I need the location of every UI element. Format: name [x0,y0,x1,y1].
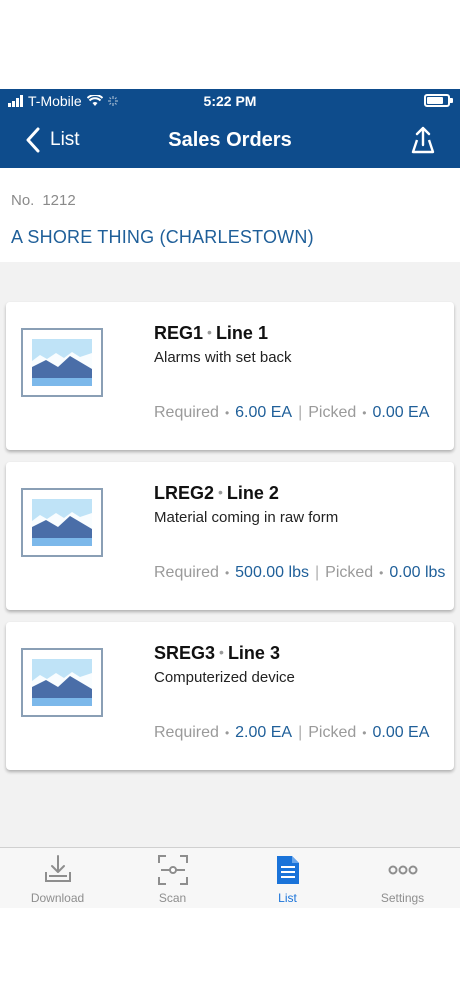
line-title: LREG2 • Line 2 [154,483,279,503]
landscape-image-icon [32,659,92,706]
order-number: No. 1212 [11,192,76,209]
item-image-placeholder [21,328,103,397]
picked-label: Picked [308,724,357,741]
picked-label: Picked [308,404,357,421]
tab-settings[interactable]: Settings [345,848,460,908]
landscape-image-icon [32,339,92,386]
picked-value: 0.00 lbs [389,564,446,581]
item-description: Alarms with set back [154,349,292,366]
tab-download[interactable]: Download [0,848,115,908]
tab-scan[interactable]: Scan [115,848,230,908]
item-image-placeholder [21,648,103,717]
order-number-value: 1212 [42,192,76,209]
item-code: LREG2 [154,483,215,503]
item-description: Computerized device [154,669,295,686]
more-dots-icon [388,865,417,875]
required-label: Required [154,564,219,581]
page-title: Sales Orders [168,129,292,151]
required-value: 2.00 EA [235,724,293,741]
tab-download-label: Download [30,891,85,905]
quantity-row: Required • 2.00 EA | Picked • 0.00 EA [154,724,430,741]
tab-list[interactable]: List [230,848,345,908]
quantity-row: Required • 6.00 EA | Picked • 0.00 EA [154,404,430,421]
line-number: Line 3 [227,643,280,663]
order-header: No. 1212 A SHORE THING (CHARLESTOWN) [0,168,460,262]
order-line-card[interactable]: SREG3 • Line 3 Computerized device Require… [6,622,454,770]
share-icon [411,126,435,154]
download-icon [44,855,71,882]
picked-label: Picked [325,564,374,581]
list-document-icon [276,856,299,884]
required-label: Required [154,724,219,741]
order-line-card[interactable]: LREG2 • Line 2 Material coming in raw form… [6,462,454,610]
picked-value: 0.00 EA [372,724,430,741]
scan-icon [157,855,188,885]
tab-settings-label: Settings [380,891,425,905]
tab-list-label: List [278,891,297,905]
tab-scan-label: Scan [158,891,187,905]
order-number-label: No. [11,192,35,209]
picked-value: 0.00 EA [372,404,430,421]
item-code: REG1 [154,323,204,343]
navigation-bar: List Sales Orders [0,113,460,168]
required-label: Required [154,404,219,421]
line-title: SREG3 • Line 3 [154,643,280,663]
line-title: REG1 • Line 1 [154,323,268,343]
item-description: Material coming in raw form [154,509,339,526]
share-button[interactable] [410,125,436,160]
line-number: Line 1 [215,323,268,343]
item-image-placeholder [21,488,103,557]
landscape-image-icon [32,499,92,546]
status-time: 5:22 PM [203,93,257,109]
tab-bar: Download Scan List Settings [0,847,460,908]
required-value: 500.00 lbs [235,564,309,581]
line-number: Line 2 [226,483,279,503]
quantity-row: Required • 500.00 lbs | Picked • 0.00 lbs [154,564,446,581]
order-line-card[interactable]: REG1 • Line 1 Alarms with set back Require… [6,302,454,450]
required-value: 6.00 EA [235,404,293,421]
battery-icon [424,94,453,107]
customer-name[interactable]: A SHORE THING (CHARLESTOWN) [11,227,314,248]
app-screen: T-Mobile 5:22 PM List Sales Orders No. 1… [0,89,460,908]
status-bar: T-Mobile 5:22 PM [0,89,460,113]
item-code: SREG3 [154,643,216,663]
